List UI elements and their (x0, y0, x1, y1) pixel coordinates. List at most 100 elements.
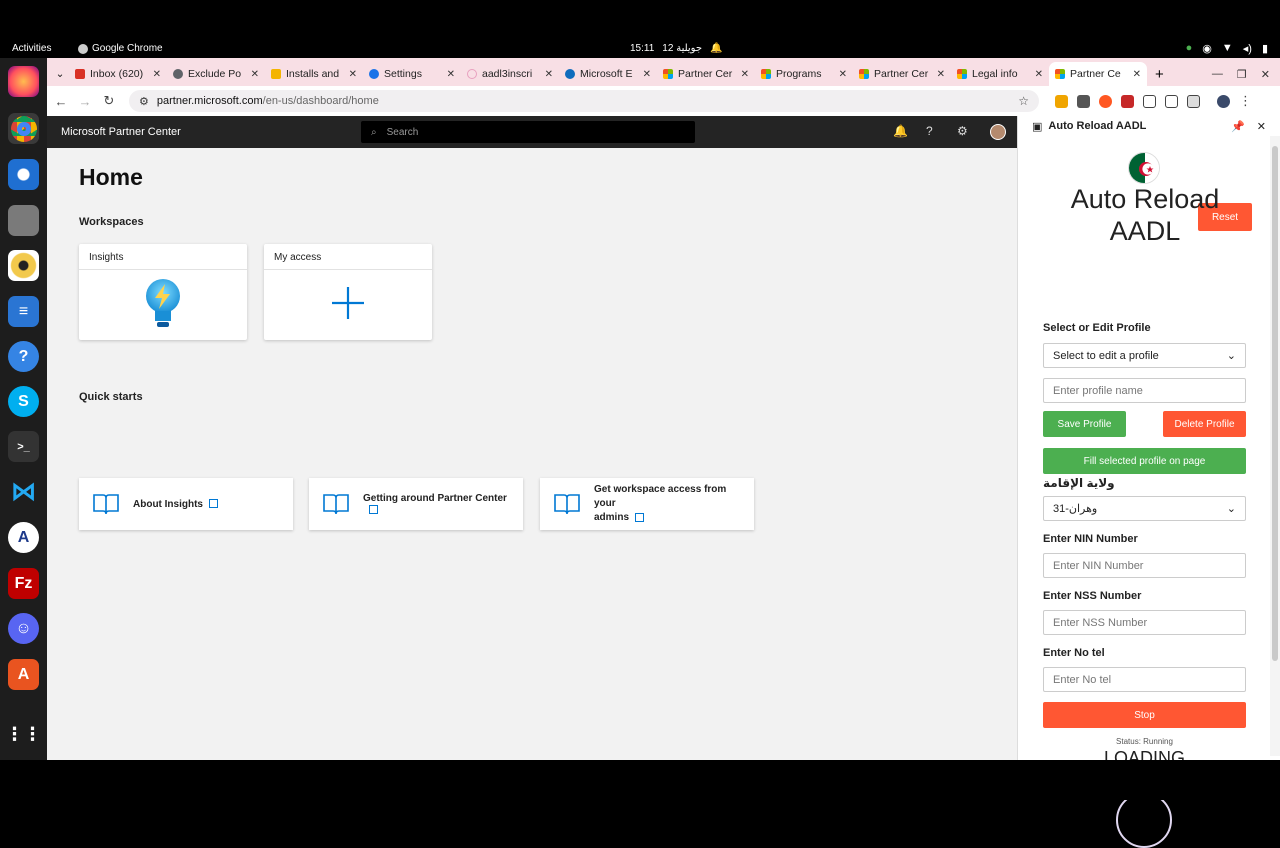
selected-value: Select to edit a profile (1053, 349, 1159, 362)
tab-microsoft-edge[interactable]: Microsoft E ✕ (559, 62, 657, 86)
close-icon[interactable]: ✕ (251, 69, 259, 80)
save-profile-button[interactable]: Save Profile (1043, 411, 1126, 437)
filezilla-icon[interactable]: Fz (8, 568, 39, 599)
close-icon[interactable]: ✕ (1035, 69, 1043, 80)
notification-bell-icon[interactable]: 🔔 (893, 124, 908, 138)
skype-icon[interactable]: S (8, 386, 39, 417)
reload-icon[interactable]: ↻ (97, 93, 121, 109)
ai-extension-icon[interactable] (1055, 94, 1068, 108)
site-info-icon[interactable]: ⚙ (139, 95, 149, 108)
close-window-icon[interactable]: ✕ (1261, 68, 1270, 81)
minimize-icon[interactable]: — (1212, 68, 1223, 80)
inkscape-icon[interactable]: A (8, 522, 39, 553)
quickstart-workspace-access[interactable]: Get workspace access from your admins (540, 478, 754, 530)
discord-icon[interactable]: ☺ (8, 613, 39, 644)
tab-legal-info[interactable]: Legal info ✕ (951, 62, 1049, 86)
extension-icon: ▣ (1032, 120, 1043, 133)
pc-brand[interactable]: Microsoft Partner Center (61, 126, 181, 138)
red-badge-extension-icon[interactable] (1121, 94, 1134, 108)
apps-grid-icon[interactable]: ⋮⋮ (6, 719, 42, 750)
nss-input[interactable]: Enter NSS Number (1043, 610, 1246, 635)
tab-aadl3[interactable]: aadl3inscri ✕ (461, 62, 559, 86)
restore-icon[interactable]: ❐ (1237, 68, 1247, 81)
close-icon[interactable]: ✕ (447, 69, 455, 80)
back-icon[interactable]: ← (49, 94, 73, 109)
vscode-icon[interactable]: ⋈ (8, 476, 39, 507)
fill-profile-button[interactable]: Fill selected profile on page (1043, 448, 1246, 474)
thunderbird-icon[interactable] (8, 159, 39, 190)
external-link-icon (209, 499, 218, 509)
tab-label: Partner Cer (678, 68, 733, 80)
forward-icon[interactable]: → (73, 94, 97, 109)
clock[interactable]: 15:11 12 جويلية 🔔 (630, 43, 722, 54)
tab-exclude[interactable]: Exclude Po ✕ (167, 62, 265, 86)
address-bar[interactable]: ⚙ partner.microsoft.com/en-us/dashboard/… (129, 90, 1039, 112)
tab-settings[interactable]: Settings ✕ (363, 62, 461, 86)
profile-select[interactable]: Select to edit a profile ⌄ (1043, 343, 1246, 368)
tab-programs[interactable]: Programs ✕ (755, 62, 853, 86)
wilaya-select[interactable]: وهران-31 ⌄ (1043, 496, 1246, 521)
pc-search-box[interactable]: ⌕ Search (361, 121, 695, 143)
app-center-icon[interactable]: A (8, 659, 39, 690)
close-icon[interactable]: ✕ (839, 69, 847, 80)
tab-partner-center-2[interactable]: Partner Cer ✕ (853, 62, 951, 86)
stop-button[interactable]: Stop (1043, 702, 1246, 728)
tab-search-button[interactable]: ⌄ (51, 62, 69, 86)
tab-inbox[interactable]: Inbox (620) ✕ (69, 62, 167, 86)
terminal-icon[interactable]: >_ (8, 431, 39, 462)
tab-installs[interactable]: Installs and ✕ (265, 62, 363, 86)
help-icon[interactable]: ? (8, 341, 39, 372)
url-host: partner.microsoft.com (156, 95, 263, 107)
volume-icon: ◂) (1242, 43, 1252, 55)
tab-partner-center-1[interactable]: Partner Cer ✕ (657, 62, 755, 86)
firefox-icon[interactable] (8, 66, 39, 97)
nin-label: Enter NIN Number (1043, 533, 1138, 545)
quickstart-getting-around[interactable]: Getting around Partner Center (309, 478, 523, 530)
profile-name-input[interactable]: Enter profile name (1043, 378, 1246, 403)
insights-card[interactable]: Insights (79, 244, 247, 340)
tab-partner-center-active[interactable]: Partner Ce ✕ (1049, 62, 1147, 86)
close-icon[interactable]: ✕ (643, 69, 651, 80)
close-icon[interactable]: ✕ (153, 69, 161, 80)
nin-input[interactable]: Enter NIN Number (1043, 553, 1246, 578)
close-icon[interactable]: ✕ (937, 69, 945, 80)
microsoft-logo-icon (957, 69, 967, 79)
loading-icon (467, 69, 477, 79)
tel-input[interactable]: Enter No tel (1043, 667, 1246, 692)
bookmark-star-icon[interactable]: ☆ (1018, 94, 1029, 108)
files-icon[interactable] (8, 205, 39, 236)
app-indicator-icon: ● (1185, 42, 1193, 54)
active-app-menu[interactable]: Google Chrome (78, 43, 163, 54)
quickstart-about-insights[interactable]: About Insights (79, 478, 293, 530)
panel-title: Auto Reload AADL (1036, 183, 1254, 247)
scrollbar-thumb[interactable] (1272, 146, 1278, 661)
gear-icon[interactable]: ⚙ (957, 124, 968, 138)
orange-extension-icon[interactable] (1099, 94, 1112, 108)
more-options-icon[interactable]: ⋮ (1239, 93, 1252, 109)
help-icon[interactable]: ? (926, 124, 933, 138)
activities-button[interactable]: Activities (12, 43, 51, 54)
profile-avatar-icon[interactable] (1217, 94, 1230, 108)
system-tray[interactable]: ● ◉ ▼ ◂) ▮ (1186, 42, 1268, 55)
side-panel-icon[interactable] (1187, 94, 1200, 108)
selected-value: وهران-31 (1053, 503, 1098, 515)
c-extension-icon[interactable] (1077, 94, 1090, 108)
chrome-icon[interactable] (8, 113, 39, 144)
tab-strip: ⌄ Inbox (620) ✕ Exclude Po ✕ Installs and ✕… (47, 58, 1280, 86)
clipboard-extension-icon[interactable] (1143, 94, 1156, 108)
close-icon[interactable]: ✕ (741, 69, 749, 80)
external-link-icon (635, 512, 645, 522)
puzzle-icon[interactable] (1165, 94, 1178, 108)
close-icon[interactable]: ✕ (1133, 69, 1141, 80)
close-icon[interactable]: ✕ (1257, 120, 1266, 133)
pin-icon[interactable]: 📌 (1231, 120, 1245, 133)
rhythmbox-icon[interactable] (8, 250, 39, 281)
close-icon[interactable]: ✕ (349, 69, 357, 80)
close-icon[interactable]: ✕ (545, 69, 553, 80)
new-tab-button[interactable]: + (1147, 62, 1172, 86)
my-access-card[interactable]: My access (264, 244, 432, 340)
delete-profile-button[interactable]: Delete Profile (1163, 411, 1246, 437)
writer-icon[interactable]: ≡ (8, 296, 39, 327)
avatar[interactable] (990, 124, 1006, 140)
side-panel-scrollbar[interactable] (1270, 136, 1280, 756)
